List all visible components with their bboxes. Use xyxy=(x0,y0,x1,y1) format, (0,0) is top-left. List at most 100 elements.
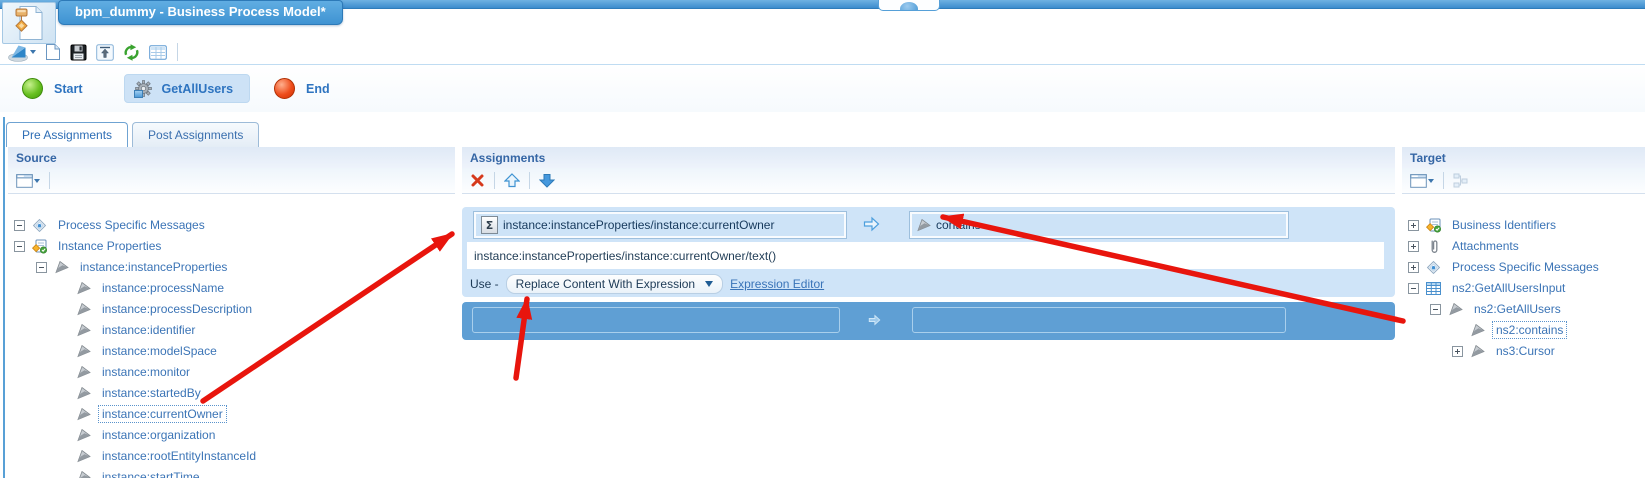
tree-item-instance-monitor[interactable]: instance:monitor xyxy=(8,362,455,382)
element-icon xyxy=(75,448,92,464)
source-view-button[interactable] xyxy=(15,170,41,192)
message-diamond-icon xyxy=(31,217,48,233)
delete-assignment-button[interactable] xyxy=(469,170,486,192)
tab-post-assignments[interactable]: Post Assignments xyxy=(132,122,260,147)
element-icon xyxy=(75,301,92,317)
tree-item-instance-properties[interactable]: Instance Properties xyxy=(8,236,455,256)
assignments-panel-header: Assignments xyxy=(462,147,1395,168)
delete-x-icon xyxy=(471,174,484,187)
message-diamond-icon xyxy=(1425,259,1442,275)
tree-item-business-identifiers[interactable]: Business Identifiers xyxy=(1402,215,1645,235)
end-step-label[interactable]: End xyxy=(306,82,330,96)
tree-item-instance-processname[interactable]: instance:processName xyxy=(8,278,455,298)
window-view-icon xyxy=(1410,173,1427,188)
tree-expander[interactable] xyxy=(1408,261,1419,273)
empty-target-field[interactable] xyxy=(912,307,1286,333)
tree-expander[interactable] xyxy=(14,240,25,252)
dropdown-caret-icon[interactable] xyxy=(34,178,40,183)
assignment-row-selected[interactable]: Σ instance:instanceProperties/instance:c… xyxy=(462,207,1395,297)
move-down-button[interactable] xyxy=(538,170,556,192)
tree-item-instance-starttime[interactable]: instance:startTime xyxy=(8,467,455,478)
tree-expander[interactable] xyxy=(1408,282,1419,294)
tree-item-instance-rootentityinstanceid[interactable]: instance:rootEntityInstanceId xyxy=(8,446,455,466)
tree-item-instance-processdescription[interactable]: instance:processDescription xyxy=(8,299,455,319)
move-down-arrow-icon xyxy=(539,174,555,188)
task-type-chip xyxy=(134,90,144,98)
model-navigator-button[interactable] xyxy=(6,41,37,63)
tree-item-instance-instanceproperties[interactable]: instance:instanceProperties xyxy=(8,257,455,277)
assignment-controls: Use - Replace Content With Expression Ex… xyxy=(470,273,824,295)
window-left-border xyxy=(3,117,5,478)
use-label: Use - xyxy=(470,277,499,291)
service-task-getallusers[interactable]: GetAllUsers xyxy=(124,74,251,103)
assignment-tab-strip: Pre Assignments Post Assignments xyxy=(6,122,260,147)
assignments-panel: Assignments Σ instance:instancePropertie… xyxy=(462,147,1395,478)
start-event-icon[interactable] xyxy=(22,78,43,99)
element-icon xyxy=(75,343,92,359)
assignment-source-field[interactable]: Σ instance:instanceProperties/instance:c… xyxy=(473,211,847,239)
bpm-mapper-window: bpm_dummy - Business Process Model* Star… xyxy=(0,0,1645,478)
tree-expander[interactable] xyxy=(14,219,25,231)
assignment-mode-value: Replace Content With Expression xyxy=(515,277,696,291)
assignment-target-field[interactable]: contains xyxy=(909,211,1289,239)
tree-expander[interactable] xyxy=(1408,240,1419,252)
toolbar-separator xyxy=(529,172,530,189)
source-panel-toolbar xyxy=(8,168,455,194)
tree-expander[interactable] xyxy=(1408,219,1419,231)
start-step-label[interactable]: Start xyxy=(54,82,82,96)
source-panel-header: Source xyxy=(8,147,455,168)
tree-item-instance-startedby[interactable]: instance:startedBy xyxy=(8,383,455,403)
target-panel-header: Target xyxy=(1402,147,1645,168)
tab-pre-assignments[interactable]: Pre Assignments xyxy=(6,122,129,147)
empty-source-field[interactable] xyxy=(472,307,840,333)
expression-preview[interactable]: instance:instanceProperties/instance:cur… xyxy=(467,242,1384,269)
save-button[interactable] xyxy=(69,41,88,63)
assignments-panel-toolbar xyxy=(462,168,1395,194)
export-upload-icon xyxy=(96,43,114,61)
tree-item-ns2-getallusersinput[interactable]: ns2:GetAllUsersInput xyxy=(1402,278,1645,298)
new-document-button[interactable] xyxy=(44,41,62,63)
tree-item-ns2-getallusers[interactable]: ns2:GetAllUsers xyxy=(1402,299,1645,319)
source-tree: Process Specific Messages Instance Prope… xyxy=(8,194,455,478)
element-icon xyxy=(75,280,92,296)
dropdown-caret-icon[interactable] xyxy=(1428,178,1434,183)
element-icon xyxy=(75,385,92,401)
tree-item-attachments[interactable]: Attachments xyxy=(1402,236,1645,256)
tree-item-process-specific-messages[interactable]: Process Specific Messages xyxy=(1402,257,1645,277)
tree-item-ns3-cursor[interactable]: ns3:Cursor xyxy=(1402,341,1645,361)
dropdown-caret-icon xyxy=(705,281,714,287)
toolbar-dropdown-caret-icon[interactable] xyxy=(30,50,36,54)
tree-item-instance-identifier[interactable]: instance:identifier xyxy=(8,320,455,340)
refresh-icon xyxy=(124,43,139,61)
assignment-mode-dropdown[interactable]: Replace Content With Expression xyxy=(505,274,724,294)
toolbar-separator xyxy=(1443,172,1444,189)
element-icon xyxy=(75,427,92,443)
assignment-target-element: contains xyxy=(936,218,981,232)
model-navigator-icon xyxy=(8,45,28,62)
grid-view-button[interactable] xyxy=(148,41,168,63)
assignments-panel-title: Assignments xyxy=(470,150,546,165)
tree-item-ns2-contains[interactable]: ns2:contains xyxy=(1402,320,1645,340)
tree-item-instance-organization[interactable]: instance:organization xyxy=(8,425,455,445)
tree-item-instance-currentowner[interactable]: instance:currentOwner xyxy=(8,404,455,424)
collapse-panel-handle[interactable] xyxy=(878,0,940,11)
document-tab[interactable]: bpm_dummy - Business Process Model* xyxy=(58,0,343,25)
expression-editor-link[interactable]: Expression Editor xyxy=(730,277,824,291)
tree-expander[interactable] xyxy=(1452,345,1463,357)
flowchart-document-icon xyxy=(15,6,43,40)
tree-expander[interactable] xyxy=(36,261,47,273)
element-icon xyxy=(75,469,92,478)
assignment-row-empty[interactable] xyxy=(462,302,1395,340)
main-toolbar xyxy=(6,40,180,64)
move-up-button[interactable] xyxy=(503,170,521,192)
tree-expander[interactable] xyxy=(1430,303,1441,315)
element-icon xyxy=(1447,301,1464,317)
end-event-icon[interactable] xyxy=(274,78,296,99)
export-button[interactable] xyxy=(95,41,115,63)
assignment-source-expression: instance:instanceProperties/instance:cur… xyxy=(503,218,775,232)
refresh-button[interactable] xyxy=(122,41,141,63)
target-view-button[interactable] xyxy=(1409,170,1435,192)
process-flow-strip: Start GetAllUsers End xyxy=(0,64,1645,112)
tree-item-process-specific-messages[interactable]: Process Specific Messages xyxy=(8,215,455,235)
tree-item-instance-modelspace[interactable]: instance:modelSpace xyxy=(8,341,455,361)
